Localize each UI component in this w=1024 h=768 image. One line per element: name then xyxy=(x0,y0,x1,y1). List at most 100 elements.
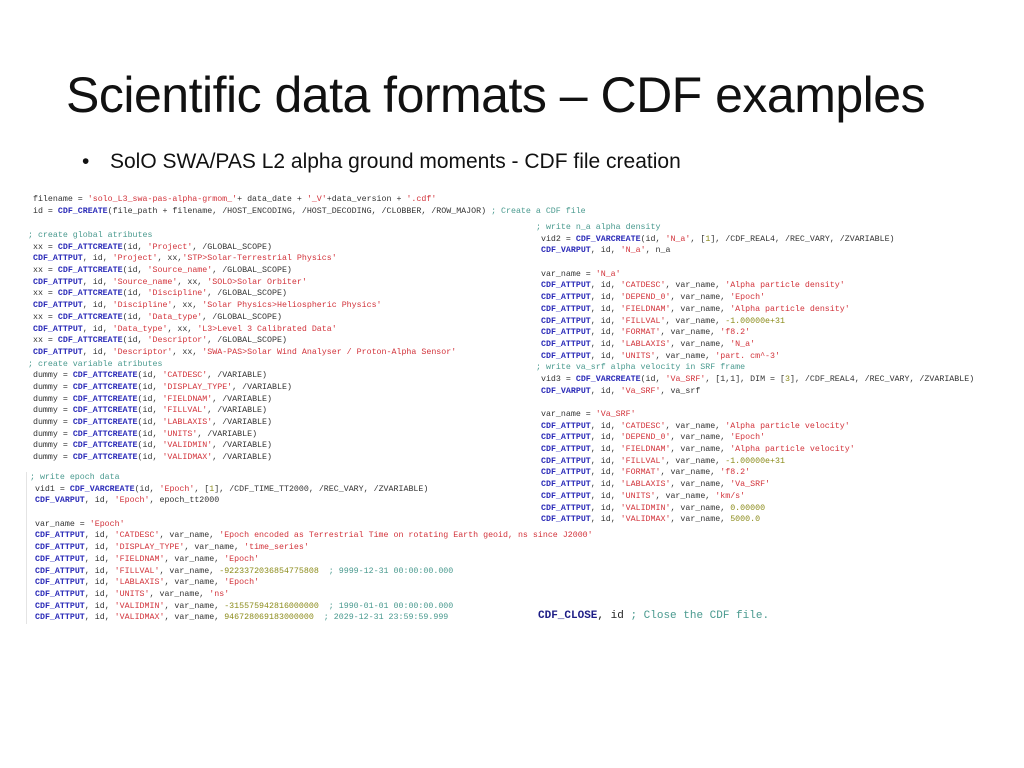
code-keyword: CDF_ATTPUT xyxy=(32,254,83,264)
code-line: xx = CDF_ATTCREATE(id, 'Source_name', /G… xyxy=(28,265,456,277)
code-keyword: CDF_CREATE xyxy=(57,206,108,216)
code-string: 'Project' xyxy=(147,242,193,252)
code-string: 'Discipline' xyxy=(147,289,208,299)
code-text: (id, xyxy=(122,266,148,276)
code-number: -9223372036854775808 xyxy=(219,566,319,576)
code-text: , id, xyxy=(84,613,115,623)
code-text: , xx, xyxy=(177,277,208,287)
code-string: 'f8.2' xyxy=(720,468,751,478)
code-string: 'Va_SRF' xyxy=(665,374,706,384)
code-text: , id, xyxy=(590,433,621,443)
code-text: (id, xyxy=(137,441,163,451)
code-text: , id, xyxy=(82,347,113,357)
code-text: , xx, xyxy=(167,324,198,334)
code-comment: ; Create a CDF file xyxy=(491,206,586,216)
code-string: 'SOLO>Solar Orbiter' xyxy=(207,277,307,287)
code-text: , id, xyxy=(84,543,115,553)
code-line: dummy = CDF_ATTCREATE(id, 'FIELDNAM', /V… xyxy=(28,394,456,406)
code-text: , id, xyxy=(590,328,621,338)
code-text: , id, xyxy=(84,589,115,599)
code-string: 'f8.2' xyxy=(720,328,751,338)
bullet-icon: • xyxy=(82,150,90,173)
code-text: +data_version + xyxy=(326,195,407,204)
code-text: ], /CDF_REAL4, /REC_VARY, /ZVARIABLE) xyxy=(789,374,975,384)
code-text: , var_name, xyxy=(670,503,731,513)
code-keyword: CDF_ATTPUT xyxy=(34,589,85,599)
code-string: 'UNITS' xyxy=(162,429,198,439)
code-keyword: CDF_ATTCREATE xyxy=(72,371,138,381)
code-string: 'Epoch' xyxy=(730,433,766,443)
code-string: 'Va_SRF' xyxy=(620,386,661,396)
code-number: -1.00000e+31 xyxy=(725,456,785,466)
code-text: filename = xyxy=(28,195,88,204)
code-line: vid3 = CDF_VARCREATE(id, 'Va_SRF', [1,1]… xyxy=(536,374,974,386)
code-keyword: CDF_ATTPUT xyxy=(34,531,85,541)
code-line: CDF_ATTPUT, id, 'DEPEND_0', var_name, 'E… xyxy=(536,432,974,444)
code-text: , id xyxy=(597,610,631,622)
code-keyword: CDF_VARCREATE xyxy=(575,374,641,384)
code-text: , id, xyxy=(590,351,621,361)
code-string: 'Epoch' xyxy=(159,484,195,494)
code-keyword: CDF_ATTCREATE xyxy=(72,418,138,427)
code-string: 'Va_SRF' xyxy=(730,480,771,490)
code-string: 'UNITS' xyxy=(620,491,656,501)
code-string: 'FILLVAL' xyxy=(162,406,208,416)
code-keyword: CDF_ATTPUT xyxy=(34,566,85,576)
code-string: 'Epoch' xyxy=(730,293,766,303)
code-string: 'Data_type' xyxy=(112,324,168,334)
code-line: CDF_VARPUT, id, 'Epoch', epoch_tt2000 xyxy=(30,495,593,507)
code-number: 5000.0 xyxy=(730,515,761,525)
code-keyword: CDF_VARCREATE xyxy=(69,484,135,494)
code-text: (id, xyxy=(137,406,163,416)
code-line: CDF_ATTPUT, id, 'DEPEND_0', var_name, 'E… xyxy=(536,292,974,304)
code-line: dummy = CDF_ATTCREATE(id, 'DISPLAY_TYPE'… xyxy=(28,382,456,394)
code-string: 'VALIDMAX' xyxy=(620,515,671,525)
code-line: dummy = CDF_ATTCREATE(id, 'VALIDMIN', /V… xyxy=(28,440,456,452)
code-keyword: CDF_ATTPUT xyxy=(32,347,83,357)
code-string: 'CATDESC' xyxy=(162,371,208,381)
code-line: CDF_ATTPUT, id, 'LABLAXIS', var_name, 'V… xyxy=(536,479,974,491)
code-keyword: CDF_ATTPUT xyxy=(34,601,85,611)
code-line: ; create variable atributes xyxy=(28,359,456,371)
code-text: , n_a xyxy=(645,246,671,256)
code-line: CDF_ATTPUT, id, 'FORMAT', var_name, 'f8.… xyxy=(536,327,974,339)
code-keyword: CDF_ATTPUT xyxy=(540,480,591,490)
code-keyword: CDF_VARPUT xyxy=(540,246,591,256)
code-comment: ; create global atributes xyxy=(28,231,153,240)
code-comment: ; create variable atributes xyxy=(28,359,163,369)
code-text: , var_name, xyxy=(149,589,210,599)
code-text: , /VARIABLE) xyxy=(197,429,258,439)
code-string: 'FILLVAL' xyxy=(620,456,666,466)
code-keyword: CDF_ATTCREATE xyxy=(72,441,138,451)
code-keyword: CDF_ATTPUT xyxy=(540,515,591,525)
code-line: CDF_VARPUT, id, 'Va_SRF', va_srf xyxy=(536,386,974,398)
code-keyword: CDF_ATTCREATE xyxy=(72,453,138,463)
code-string: 'ns' xyxy=(209,589,230,599)
code-block-global-attributes: ; create global atributes xx = CDF_ATTCR… xyxy=(28,230,456,464)
code-keyword: CDF_ATTPUT xyxy=(540,281,591,291)
code-text: , var_name, xyxy=(670,304,731,314)
slide-title: Scientific data formats – CDF examples xyxy=(66,67,926,123)
code-string: 'VALIDMIN' xyxy=(114,601,165,611)
code-text: , id, xyxy=(590,445,621,455)
code-text: , id, xyxy=(82,277,113,287)
code-line: var_name = 'N_a' xyxy=(536,269,974,281)
code-string: 'FIELDNAM' xyxy=(620,304,671,314)
code-text: var_name = xyxy=(536,269,596,279)
code-text: dummy = xyxy=(28,382,73,392)
code-line: xx = CDF_ATTCREATE(id, 'Project', /GLOBA… xyxy=(28,242,456,254)
code-line: CDF_ATTPUT, id, 'Discipline', xx, 'Solar… xyxy=(28,300,456,312)
code-line: var_name = 'Epoch' xyxy=(30,519,593,531)
code-string: 'Source_name' xyxy=(112,277,178,287)
code-string: 'part. cm^-3' xyxy=(715,351,780,361)
code-text: , var_name, xyxy=(670,433,731,443)
code-line: CDF_ATTPUT, id, 'VALIDMAX', var_name, 94… xyxy=(30,612,593,624)
code-string: 'N_a' xyxy=(730,339,756,349)
code-string: 'Va_SRF' xyxy=(595,410,636,419)
code-number: -315575942816000000 xyxy=(224,601,319,611)
code-text: , [ xyxy=(690,234,706,244)
code-text: dummy = xyxy=(28,441,73,451)
code-string: 'Alpha particle velocity' xyxy=(730,445,855,455)
